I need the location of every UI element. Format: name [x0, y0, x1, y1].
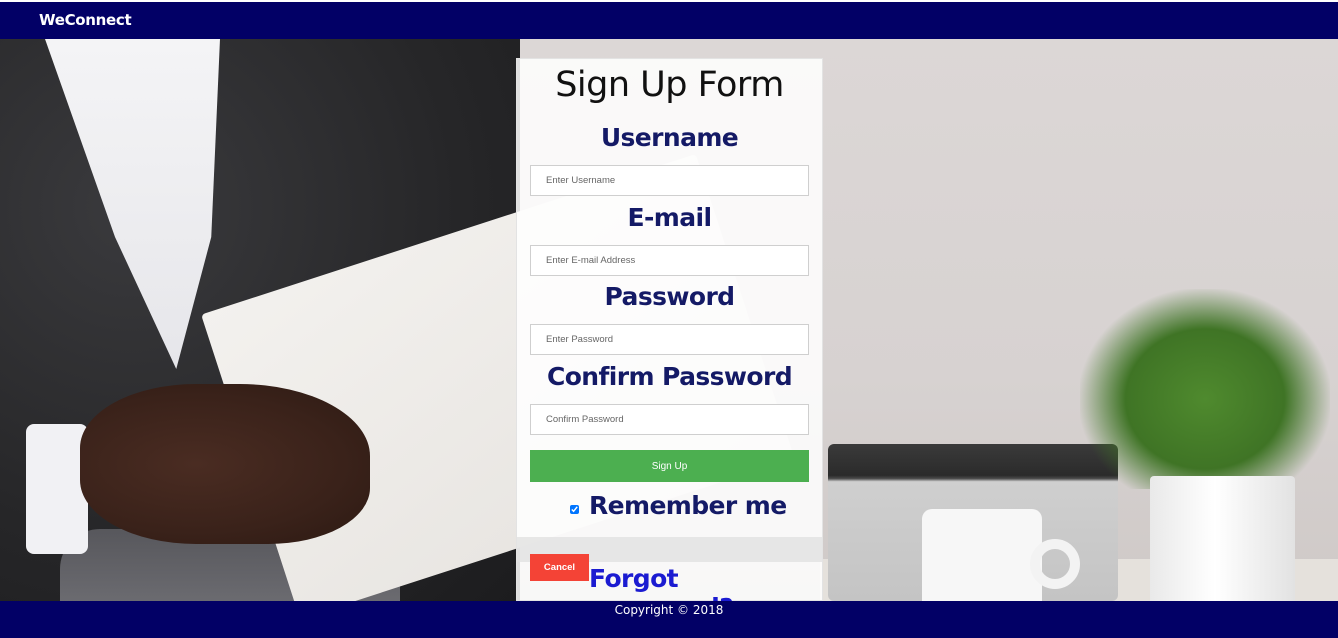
sign-up-button[interactable]: Sign Up	[530, 450, 809, 482]
mug-handle	[1030, 539, 1080, 589]
confirm-password-label: Confirm Password	[546, 362, 793, 391]
footer-bar: Copyright © 2018	[0, 601, 1338, 638]
password-label: Password	[604, 282, 736, 311]
page: WeConnect Sign Up Form Username E-mail P…	[0, 0, 1338, 638]
copyright-text: Copyright © 2018	[614, 603, 724, 617]
person-hand	[80, 384, 370, 544]
plant-pot	[1150, 476, 1295, 601]
top-navbar: WeConnect	[0, 0, 1338, 39]
remember-me-checkbox[interactable]	[570, 505, 579, 514]
person-cuff	[26, 424, 88, 554]
username-input[interactable]	[530, 165, 809, 196]
email-input[interactable]	[530, 245, 809, 276]
signup-form-card: Sign Up Form Username E-mail Password Co…	[516, 58, 823, 622]
cancel-button[interactable]: Cancel	[530, 554, 589, 581]
remember-me-row: Remember me	[517, 491, 822, 527]
email-label: E-mail	[627, 203, 713, 232]
coffee-mug	[922, 509, 1042, 601]
username-label: Username	[600, 123, 739, 152]
form-title: Sign Up Form	[555, 65, 784, 105]
remember-me-label: Remember me	[589, 491, 787, 520]
plant-leaves	[1080, 289, 1330, 489]
brand-logo[interactable]: WeConnect	[39, 11, 132, 29]
confirm-password-input[interactable]	[530, 404, 809, 435]
password-input[interactable]	[530, 324, 809, 355]
